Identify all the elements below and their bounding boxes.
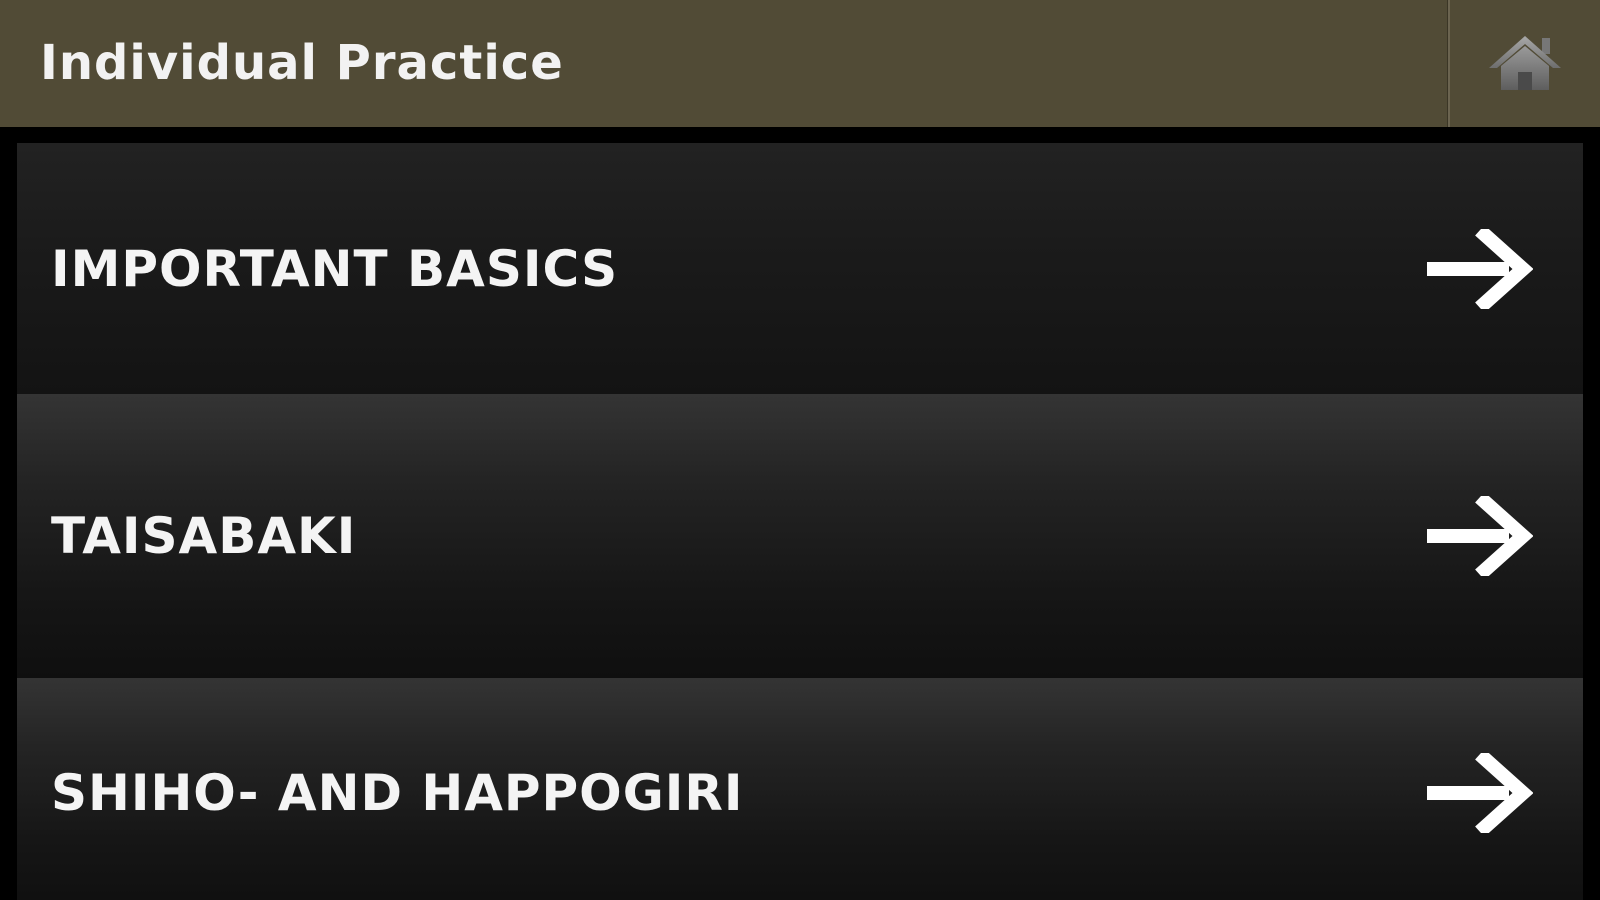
list-item-shiho-and-happogiri[interactable]: SHIHO- AND HAPPOGIRI — [17, 678, 1583, 900]
arrow-right-icon — [1427, 394, 1533, 678]
list-item-important-basics[interactable]: IMPORTANT BASICS — [17, 143, 1583, 394]
list-item-taisabaki[interactable]: TAISABAKI — [17, 394, 1583, 678]
list-item-label: SHIHO- AND HAPPOGIRI — [51, 764, 744, 822]
home-button[interactable] — [1450, 0, 1600, 127]
list-item-label: IMPORTANT BASICS — [51, 239, 619, 298]
page-title: Individual Practice — [40, 35, 564, 91]
list-item-label: TAISABAKI — [51, 507, 357, 565]
arrow-right-icon — [1427, 678, 1533, 900]
arrow-right-icon — [1427, 143, 1533, 394]
app-screen: Individual Practice IMPORTANT BASICS TAI… — [0, 0, 1600, 900]
header-bar: Individual Practice — [0, 0, 1600, 127]
menu-list: IMPORTANT BASICS TAISABAKI SHIHO- AND HA… — [17, 143, 1583, 900]
home-icon — [1489, 35, 1561, 90]
